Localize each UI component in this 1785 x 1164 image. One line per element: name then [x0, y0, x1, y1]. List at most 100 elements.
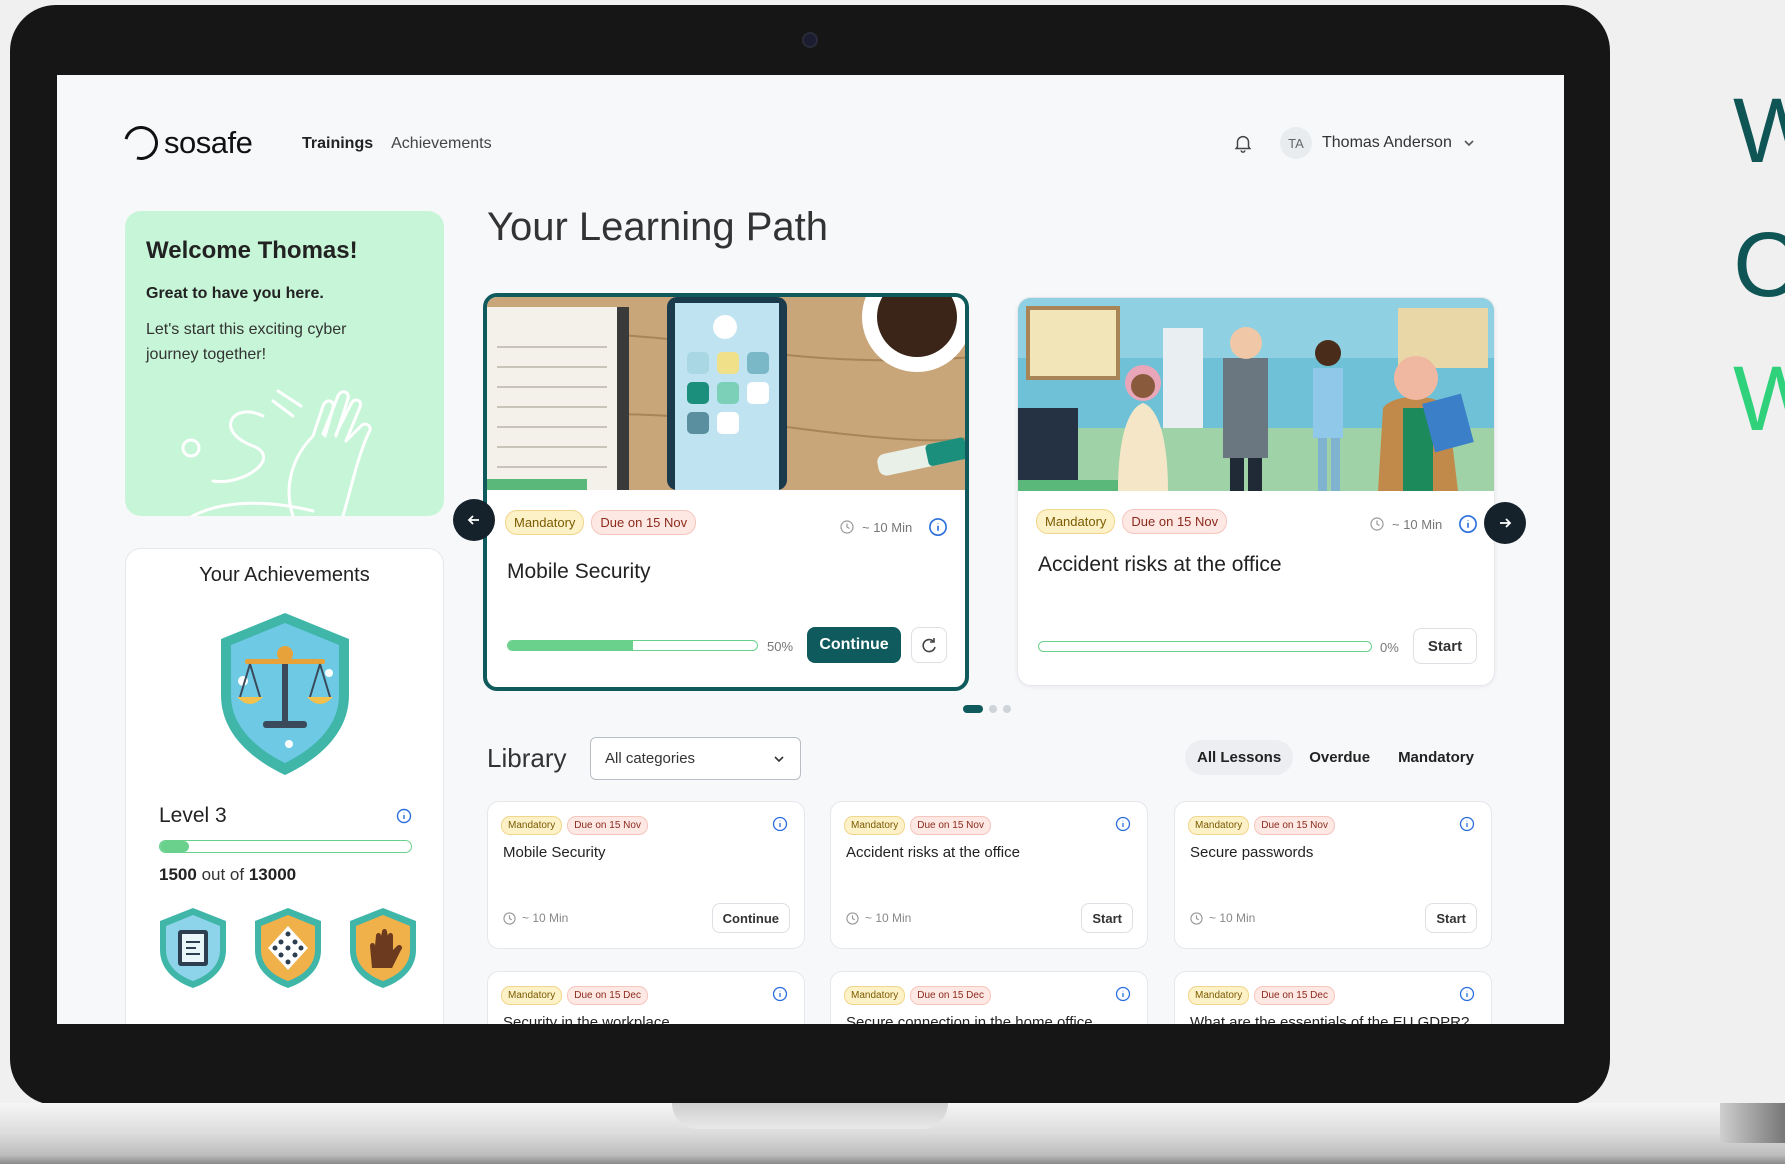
progress-percent: 50% [767, 639, 794, 654]
info-icon[interactable] [928, 517, 948, 537]
nav-trainings[interactable]: Trainings [302, 135, 373, 153]
tag-list: Mandatory Due on 15 Dec [844, 986, 991, 1005]
clock-icon [503, 911, 516, 925]
mandatory-tag: Mandatory [501, 816, 563, 835]
mobile-security-image [487, 297, 965, 490]
library-card[interactable]: Mandatory Due on 15 Nov Accident risks at … [830, 801, 1148, 949]
laptop-base-edge [1720, 1103, 1785, 1143]
duration-text: ~ 10 Min [865, 911, 912, 925]
training-badge-icon[interactable] [158, 906, 228, 990]
duration: ~ 10 Min [840, 517, 948, 537]
cropped-side-text: W C W [1733, 85, 1785, 487]
carousel-dot[interactable] [1003, 705, 1011, 713]
filter-mandatory[interactable]: Mandatory [1386, 740, 1486, 775]
learning-card-active[interactable]: Mandatory Due on 15 Nov ~ 10 Min Mobile … [483, 293, 969, 691]
carousel-next-button[interactable] [1484, 502, 1526, 544]
points-separator: out of [201, 865, 245, 884]
library-card[interactable]: Mandatory Due on 15 Nov Secure passwords ~ … [1174, 801, 1492, 949]
arrow-right-icon [1500, 518, 1512, 528]
chevron-down-icon [1464, 140, 1474, 147]
restart-button[interactable] [911, 627, 947, 663]
points-text: 1500 out of 13000 [159, 865, 296, 885]
carousel-dot-active[interactable] [963, 705, 983, 713]
duration: ~ 10 Min [503, 911, 568, 925]
carousel-prev-button[interactable] [453, 499, 495, 541]
welcome-text: Let's start this exciting cyber journey … [146, 321, 347, 363]
laptop-base-notch [672, 1103, 948, 1129]
logo-text: sosafe [164, 125, 253, 160]
duration: ~ 10 Min [1370, 514, 1478, 534]
due-date-tag: Due on 15 Dec [567, 986, 648, 1005]
category-select[interactable]: All categories [590, 737, 801, 780]
user-menu[interactable]: TA Thomas Anderson [1280, 127, 1476, 159]
points-total: 13000 [248, 865, 297, 884]
side-letter: W [1733, 348, 1785, 450]
due-date-tag: Due on 15 Nov [591, 510, 697, 535]
course-progress-bar [507, 640, 758, 651]
achievements-card: Your Achievements Level 3 1500 out of 13… [125, 548, 444, 1024]
continue-button[interactable]: Continue [807, 627, 901, 663]
info-icon[interactable] [1459, 816, 1475, 832]
library-card[interactable]: Mandatory Due on 15 Dec Security in the wo… [487, 971, 805, 1024]
logo[interactable]: sosafe [117, 119, 253, 167]
points-current: 1500 [159, 865, 197, 884]
filter-all-lessons[interactable]: All Lessons [1185, 740, 1294, 775]
justice-scale-badge-icon [221, 613, 349, 775]
webcam [802, 32, 818, 48]
library-card[interactable]: Mandatory Due on 15 Dec What are the essen… [1174, 971, 1492, 1024]
learning-card[interactable]: Mandatory Due on 15 Nov ~ 10 Min Acciden… [1017, 297, 1495, 686]
mandatory-tag: Mandatory [1188, 986, 1250, 1005]
avatar: TA [1280, 127, 1312, 159]
raised-hand-badge-icon[interactable] [348, 906, 418, 990]
main-nav: Trainings Achievements [302, 135, 492, 153]
learning-path-title: Your Learning Path [487, 205, 829, 249]
nav-achievements[interactable]: Achievements [391, 135, 492, 153]
info-icon[interactable] [396, 808, 412, 824]
clock-icon [1190, 911, 1203, 925]
course-title: What are the essentials of the EU GDPR? [1190, 1014, 1470, 1024]
library-card[interactable]: Mandatory Due on 15 Dec Secure connection … [830, 971, 1148, 1024]
tag-list: Mandatory Due on 15 Nov [501, 816, 648, 835]
carousel-pagination [963, 705, 1011, 713]
due-date-tag: Due on 15 Nov [567, 816, 648, 835]
achievements-title: Your Achievements [199, 564, 370, 586]
start-button[interactable]: Start [1413, 628, 1477, 664]
notification-bell-icon[interactable] [1232, 132, 1254, 154]
due-date-tag: Due on 15 Nov [910, 816, 991, 835]
welcome-title: Welcome Thomas! [146, 237, 358, 264]
user-name: Thomas Anderson [1322, 134, 1452, 151]
due-date-tag: Due on 15 Nov [1254, 816, 1335, 835]
library-card[interactable]: Mandatory Due on 15 Nov Mobile Security ~ 1… [487, 801, 805, 949]
filter-overdue[interactable]: Overdue [1297, 740, 1382, 775]
info-icon[interactable] [1115, 986, 1131, 1002]
course-title: Secure passwords [1190, 844, 1314, 861]
course-title: Security in the workplace [503, 1014, 670, 1024]
tag-list: Mandatory Due on 15 Nov [505, 510, 697, 535]
continue-button[interactable]: Continue [711, 903, 790, 933]
mandatory-tag: Mandatory [501, 986, 563, 1005]
carousel-dot[interactable] [989, 705, 997, 713]
course-title: Mobile Security [503, 844, 606, 861]
info-icon[interactable] [1459, 986, 1475, 1002]
progress-percent: 0% [1380, 640, 1399, 655]
side-letter: C [1733, 214, 1785, 316]
refresh-icon [922, 638, 936, 653]
app-screen: sosafe Trainings Achievements TA Thomas … [57, 75, 1564, 1024]
duration: ~ 10 Min [846, 911, 911, 925]
pattern-badge-icon[interactable] [253, 906, 323, 990]
office-accident-image [1018, 298, 1494, 491]
info-icon[interactable] [772, 986, 788, 1002]
info-icon[interactable] [772, 816, 788, 832]
welcome-subtitle: Great to have you here. [146, 285, 324, 302]
course-title: Accident risks at the office [1038, 553, 1282, 576]
start-button[interactable]: Start [1425, 903, 1477, 933]
mandatory-tag: Mandatory [844, 986, 906, 1005]
tag-list: Mandatory Due on 15 Nov [844, 816, 991, 835]
logo-mark [117, 119, 165, 167]
start-button[interactable]: Start [1081, 903, 1133, 933]
info-icon[interactable] [1458, 514, 1478, 534]
level-label: Level 3 [159, 804, 227, 827]
mandatory-tag: Mandatory [1188, 816, 1250, 835]
tag-list: Mandatory Due on 15 Dec [1188, 986, 1335, 1005]
info-icon[interactable] [1115, 816, 1131, 832]
